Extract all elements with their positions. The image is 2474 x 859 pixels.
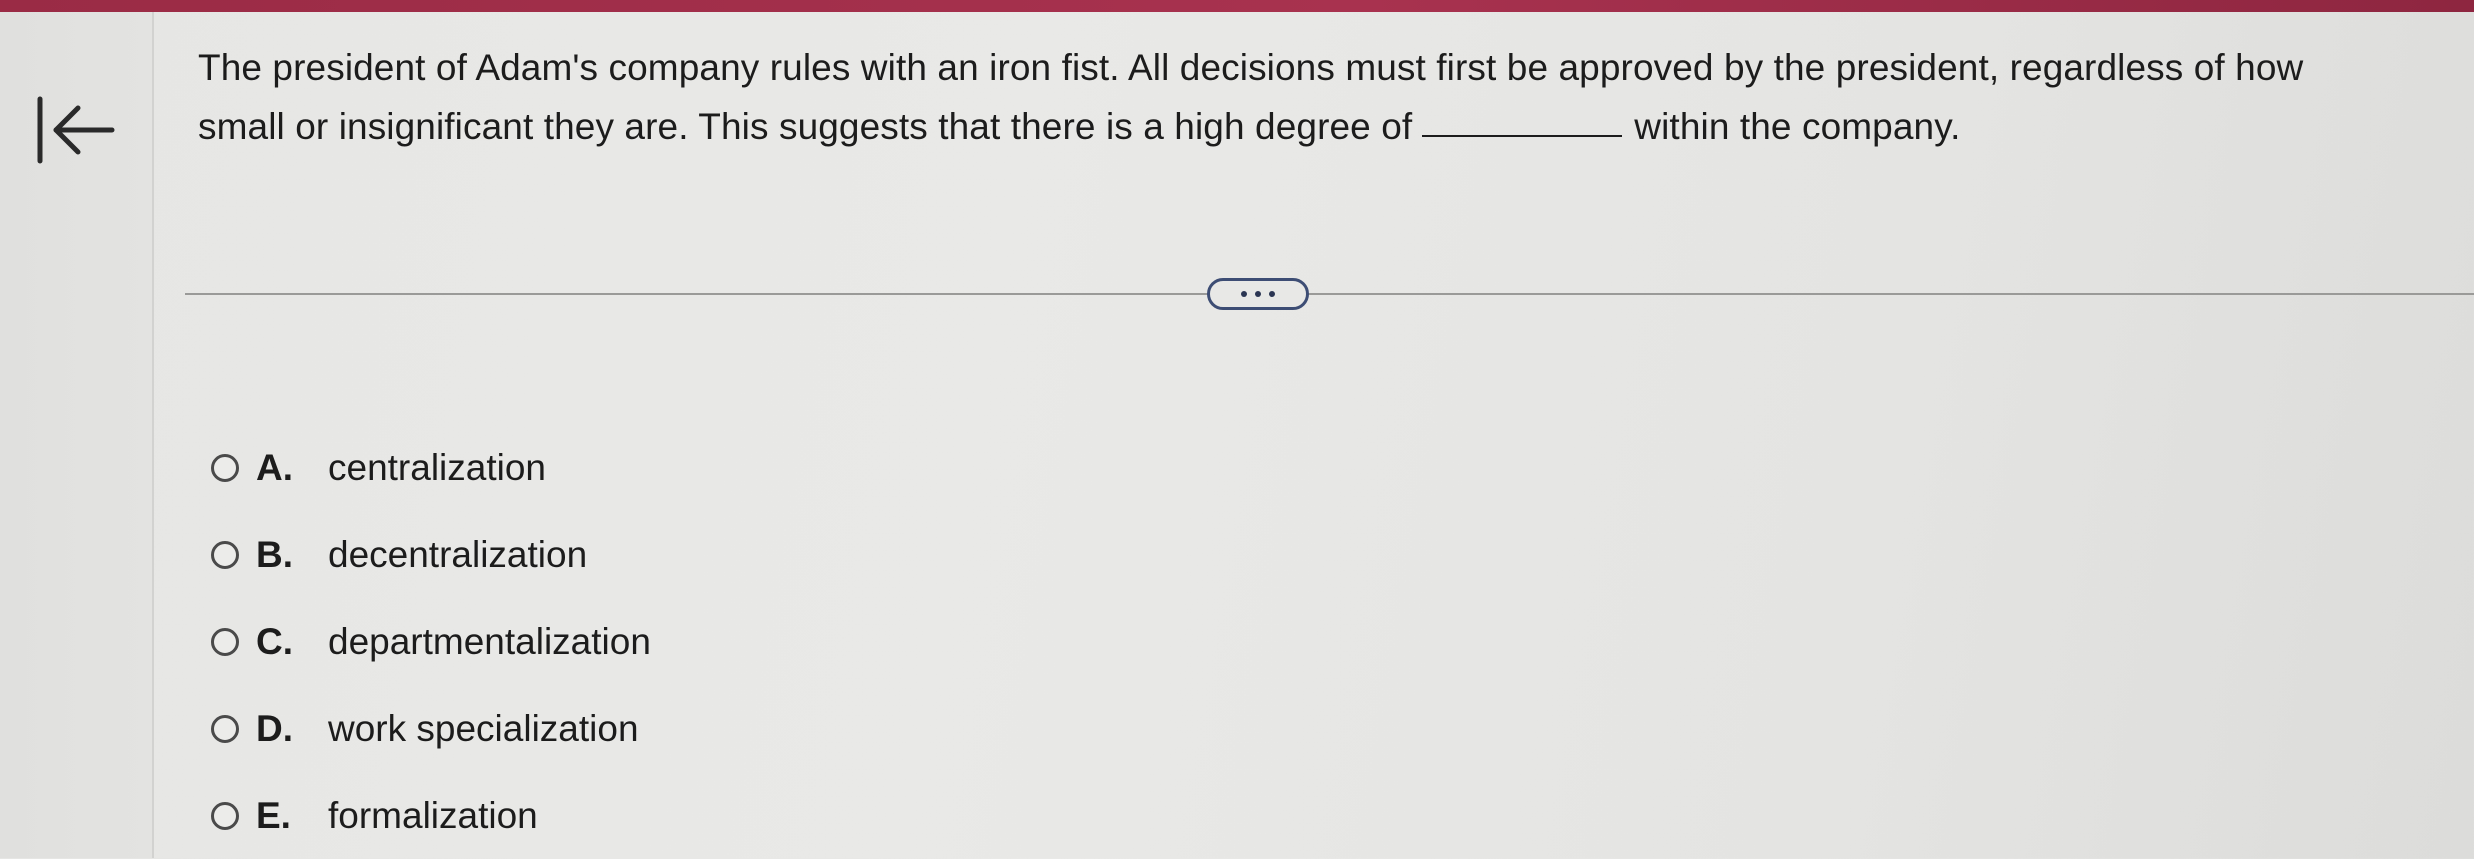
answer-options: A. centralization B. decentralization C.… — [211, 424, 651, 859]
option-letter: E. — [256, 794, 291, 836]
option-e[interactable]: E. formalization — [211, 772, 651, 859]
radio-button-a[interactable] — [211, 453, 239, 482]
section-divider — [185, 293, 2474, 295]
option-letter: B. — [256, 533, 293, 575]
option-letter: D. — [256, 707, 293, 749]
option-label: departmentalization — [328, 620, 651, 662]
option-letter: A. — [256, 446, 293, 488]
ellipsis-icon — [1241, 291, 1247, 297]
radio-button-e[interactable] — [211, 801, 239, 830]
ellipsis-icon — [1269, 291, 1275, 297]
answer-blank — [1422, 135, 1623, 137]
option-c[interactable]: C. departmentalization — [211, 598, 651, 685]
arrow-left-to-bar-icon — [37, 96, 115, 164]
radio-button-d[interactable] — [211, 714, 239, 743]
question-text-before: The president of Adam's company rules wi… — [198, 47, 2304, 147]
radio-button-b[interactable] — [211, 540, 239, 569]
option-label: formalization — [328, 794, 538, 836]
question-text-after: within the company. — [1634, 106, 1961, 147]
option-letter: C. — [256, 620, 293, 662]
option-label: centralization — [328, 446, 547, 488]
rail-divider — [152, 12, 154, 858]
header-accent-bar — [0, 0, 2474, 12]
option-label: work specialization — [328, 707, 639, 749]
option-a[interactable]: A. centralization — [211, 424, 651, 511]
ellipsis-icon — [1255, 291, 1261, 297]
option-d[interactable]: D. work specialization — [211, 685, 651, 772]
expand-more-button[interactable] — [1207, 278, 1309, 310]
question-text: The president of Adam's company rules wi… — [198, 38, 2348, 156]
radio-button-c[interactable] — [211, 627, 239, 656]
option-b[interactable]: B. decentralization — [211, 511, 651, 598]
option-label: decentralization — [328, 533, 588, 575]
back-to-start-button[interactable] — [34, 95, 118, 165]
